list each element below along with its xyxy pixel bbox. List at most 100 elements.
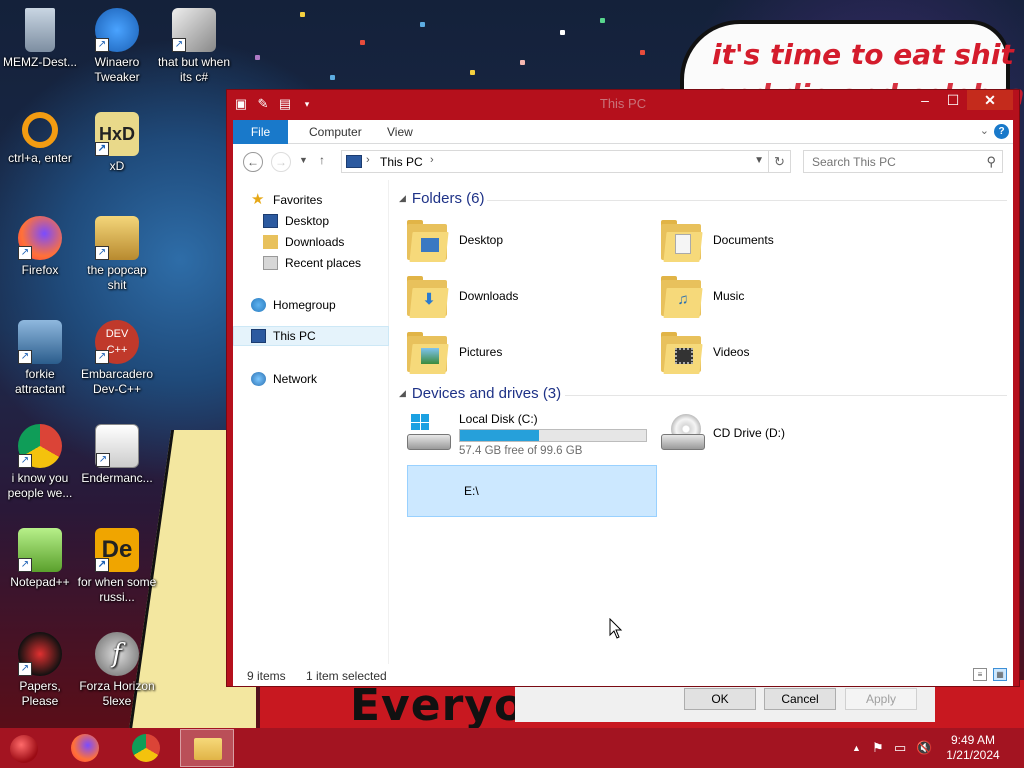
desktop-icon-label: the popcap shit	[87, 263, 147, 292]
ok-button[interactable]: OK	[684, 688, 756, 710]
tab-view[interactable]: View	[375, 120, 425, 144]
desktop-icon-winaero[interactable]: ↗ Winaero Tweaker	[77, 8, 157, 85]
pictures-folder-icon	[407, 330, 449, 374]
folder-label: Downloads	[459, 289, 519, 303]
minimize-button[interactable]: ‒	[911, 90, 939, 110]
breadcrumb-separator-icon[interactable]: ›	[430, 154, 434, 166]
clock-time: 9:49 AM	[950, 733, 996, 747]
show-hidden-icons-icon[interactable]: ▲	[852, 743, 861, 753]
desktop-icon-papers-please[interactable]: ↗ Papers, Please	[0, 632, 80, 709]
divider	[565, 395, 1007, 396]
desktop-icon	[263, 214, 278, 228]
close-button[interactable]: ✕	[967, 90, 1013, 110]
collapse-icon[interactable]: ◢	[399, 388, 406, 398]
search-icon[interactable]: ⚲	[986, 154, 996, 170]
stacked-windows-icon: ↗	[172, 8, 216, 52]
nav-label: Homegroup	[273, 298, 336, 312]
volume-muted-icon[interactable]: 🔇	[916, 740, 932, 756]
collapse-icon[interactable]: ◢	[399, 193, 406, 203]
drive-e[interactable]: E:\	[407, 465, 657, 517]
desktop-icon-notepadpp[interactable]: ↗ Notepad++	[0, 528, 80, 590]
action-center-flag-icon[interactable]: ⚑	[872, 740, 884, 756]
desktop-icon-memz[interactable]: MEMZ-Dest...	[0, 8, 80, 70]
nav-network[interactable]: Network	[233, 369, 389, 389]
drive-c[interactable]: Local Disk (C:) 57.4 GB free of 99.6 GB	[407, 410, 657, 460]
up-button[interactable]: ↑	[319, 153, 325, 167]
maximize-button[interactable]: ☐	[939, 90, 967, 110]
tab-computer[interactable]: Computer	[297, 120, 374, 144]
apply-button[interactable]: Apply	[845, 688, 917, 710]
cancel-button[interactable]: Cancel	[764, 688, 836, 710]
folders-group-header[interactable]: ◢ Folders (6)	[399, 190, 1007, 207]
folder-label: Pictures	[459, 345, 503, 359]
selection-count: 1 item selected	[306, 669, 387, 683]
group-title: Folders (6)	[411, 190, 485, 207]
expand-ribbon-icon[interactable]: ⌄	[980, 124, 989, 137]
confetti	[420, 22, 425, 27]
folder-desktop[interactable]: Desktop	[407, 214, 657, 270]
nav-homegroup[interactable]: Homegroup	[233, 295, 389, 315]
nav-downloads[interactable]: Downloads	[233, 232, 389, 252]
desktop-icon-label: Forza Horizon 5lexe	[79, 679, 155, 708]
back-button[interactable]: ←	[243, 152, 263, 172]
address-bar-row: ← → ▼ ↑ › This PC › ▼ ↻ ⚲	[233, 144, 1013, 180]
notepadpp-icon: ↗	[18, 528, 62, 572]
clock[interactable]: 9:49 AM 1/21/2024	[938, 733, 1008, 763]
desktop-icon-csharp[interactable]: ↗ that but when its c#	[154, 8, 234, 85]
desktop-icon-endermanch[interactable]: ↗ Endermanc...	[77, 424, 157, 486]
ring-icon	[22, 112, 58, 148]
folder-documents[interactable]: Documents	[661, 214, 911, 270]
desktop-icon-ctrl-a[interactable]: ctrl+a, enter	[0, 112, 80, 166]
forward-button[interactable]: →	[271, 152, 291, 172]
help-icon[interactable]: ?	[994, 124, 1009, 139]
taskbar-file-explorer[interactable]	[180, 729, 234, 767]
nav-favorites[interactable]: ★ Favorites	[233, 190, 389, 210]
desktop-icon-xd[interactable]: HxD ↗ xD	[77, 112, 157, 174]
taskbar-chrome[interactable]	[119, 729, 173, 767]
start-orb-icon[interactable]	[10, 735, 38, 763]
confetti	[600, 18, 605, 23]
folder-downloads[interactable]: ⬇ Downloads	[407, 270, 657, 326]
address-dropdown-icon[interactable]: ▼	[754, 155, 764, 166]
search-input[interactable]	[804, 151, 979, 172]
breadcrumb-this-pc[interactable]: This PC	[380, 155, 423, 169]
view-switcher: ≡ ▦	[973, 668, 1007, 681]
desktop-icon-popcap[interactable]: ↗ the popcap shit	[77, 216, 157, 293]
desktop-icon-forza[interactable]: f Forza Horizon 5lexe	[77, 632, 157, 709]
address-bar[interactable]: › This PC › ▼ ↻	[341, 150, 791, 173]
nav-this-pc[interactable]: This PC	[233, 326, 389, 346]
folder-label: Music	[713, 289, 745, 303]
desktop-icon-forkie[interactable]: ↗ forkie attractant	[0, 320, 80, 397]
title-bar[interactable]: ▣ ✎ ▤ ▾ This PC ‒ ☐ ✕	[227, 90, 1019, 120]
folder-music[interactable]: ♫ Music	[661, 270, 911, 326]
confetti	[470, 70, 475, 75]
flash-icon: f	[95, 632, 139, 676]
network-icon	[251, 372, 266, 386]
drives-group-header[interactable]: ◢ Devices and drives (3)	[399, 385, 1007, 402]
desktop-icon-firefox[interactable]: ↗ Firefox	[0, 216, 80, 278]
refresh-button[interactable]: ↻	[768, 151, 790, 172]
network-icon[interactable]: ▭	[894, 740, 906, 756]
desktop-icon-russi[interactable]: De ↗ for when some russi...	[77, 528, 157, 605]
details-view-icon[interactable]: ≡	[973, 668, 987, 681]
tab-file[interactable]: File	[233, 120, 288, 144]
folder-pictures[interactable]: Pictures	[407, 326, 657, 382]
drive-d[interactable]: CD Drive (D:)	[661, 410, 911, 460]
folder-videos[interactable]: Videos	[661, 326, 911, 382]
nav-desktop[interactable]: Desktop	[233, 211, 389, 231]
breadcrumb-separator-icon[interactable]: ›	[366, 154, 370, 166]
drive-free-space: 57.4 GB free of 99.6 GB	[459, 445, 583, 457]
recent-locations-icon[interactable]: ▼	[299, 155, 308, 165]
desktop-icon-devcpp[interactable]: DEV C++ ↗ Embarcadero Dev-C++	[77, 320, 157, 397]
nav-recent-places[interactable]: Recent places	[233, 253, 389, 273]
local-disk-icon	[407, 414, 455, 454]
taskbar-firefox[interactable]	[58, 729, 112, 767]
confetti	[520, 60, 525, 65]
desktop-icon-chrome[interactable]: ↗ i know you people we...	[0, 424, 80, 501]
window-controls: ‒ ☐ ✕	[911, 90, 1013, 110]
tiles-view-icon[interactable]: ▦	[993, 668, 1007, 681]
search-box[interactable]: ⚲	[803, 150, 1003, 173]
desktop-icon-label: Papers, Please	[19, 679, 61, 708]
documents-folder-icon	[661, 218, 703, 262]
confetti	[640, 50, 645, 55]
